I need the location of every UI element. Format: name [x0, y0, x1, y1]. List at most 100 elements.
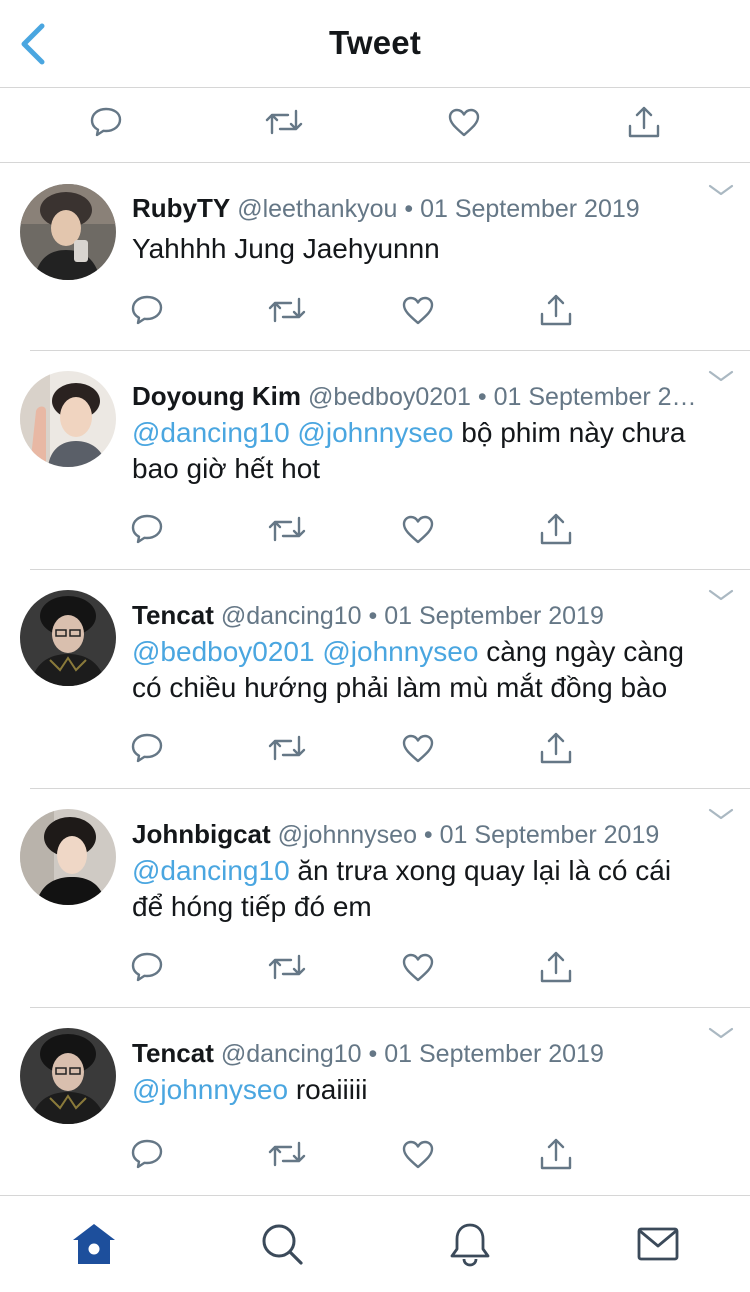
like-button[interactable]: [396, 288, 440, 332]
reply-tweet[interactable]: Doyoung Kim @bedboy0201 • 01 September 2…: [0, 351, 750, 570]
meta-separator: •: [361, 1040, 385, 1068]
notifications-bell-icon: [450, 1223, 490, 1267]
author-name[interactable]: Tencat: [132, 1038, 214, 1068]
retweet-icon: [268, 516, 306, 542]
share-button[interactable]: [534, 1132, 578, 1176]
avatar[interactable]: [20, 590, 116, 686]
reply-tweet[interactable]: Johnbigcat @johnnyseo • 01 September 201…: [0, 789, 750, 1008]
tab-messages[interactable]: [632, 1218, 684, 1270]
author-handle[interactable]: @bedboy0201: [308, 383, 471, 411]
reply-tweet[interactable]: Tencat @dancing10 • 01 September 2019 @b…: [0, 570, 750, 789]
tweet-options-button[interactable]: [708, 586, 734, 604]
reply-button[interactable]: [125, 1132, 169, 1176]
tweet-options-button[interactable]: [708, 805, 734, 823]
like-button[interactable]: [442, 100, 486, 144]
author-name[interactable]: Johnbigcat: [132, 819, 271, 849]
reply-button[interactable]: [125, 726, 169, 770]
reply-date: 01 September 2019: [439, 821, 660, 849]
reply-icon: [131, 295, 163, 325]
like-icon: [402, 515, 434, 544]
reply-text: @dancing10 @johnnyseo bộ phim này chưa b…: [132, 415, 732, 487]
avatar[interactable]: [20, 184, 116, 280]
reply-meta: Johnbigcat @johnnyseo • 01 September 201…: [132, 819, 710, 849]
author-handle[interactable]: @johnnyseo: [278, 821, 417, 849]
reply-icon: [131, 1139, 163, 1169]
author-name[interactable]: RubyTY: [132, 193, 230, 223]
text-segment: càng ngày càng: [478, 636, 684, 667]
reply-button[interactable]: [125, 507, 169, 551]
chevron-down-icon: [708, 589, 734, 601]
retweet-button[interactable]: [265, 507, 309, 551]
text-segment: để hóng tiếp đó em: [132, 891, 372, 922]
reply-icon: [131, 952, 163, 982]
avatar[interactable]: [20, 1028, 116, 1124]
reply-button[interactable]: [125, 945, 169, 989]
like-button[interactable]: [396, 507, 440, 551]
text-segment: có chiều hướng phải làm mù mắt đồng bào: [132, 672, 668, 703]
share-button[interactable]: [534, 507, 578, 551]
tweet-options-button[interactable]: [708, 367, 734, 385]
author-handle[interactable]: @leethankyou: [237, 195, 397, 223]
text-line: bao giờ hết hot: [132, 451, 732, 487]
mention-link[interactable]: @johnnyseo: [132, 1074, 288, 1105]
reply-date: 01 September 2019: [384, 602, 604, 630]
author-name[interactable]: Doyoung Kim: [132, 381, 301, 411]
retweet-icon: [268, 1141, 306, 1167]
share-button[interactable]: [534, 945, 578, 989]
chevron-down-icon: [708, 184, 734, 196]
retweet-button[interactable]: [265, 288, 309, 332]
share-icon: [540, 732, 572, 764]
avatar[interactable]: [20, 371, 116, 467]
tweet-options-button[interactable]: [708, 181, 734, 199]
like-button[interactable]: [396, 726, 440, 770]
retweet-button[interactable]: [262, 100, 306, 144]
retweet-button[interactable]: [265, 1132, 309, 1176]
reply-tweet[interactable]: Tencat @dancing10 • 01 September 2019 @j…: [0, 1008, 750, 1195]
tab-notifications[interactable]: [444, 1218, 496, 1270]
meta-separator: •: [397, 195, 421, 223]
like-button[interactable]: [396, 945, 440, 989]
tab-search[interactable]: [256, 1218, 308, 1270]
retweet-icon: [268, 954, 306, 980]
like-icon: [402, 953, 434, 982]
text-segment: Yahhhh Jung Jaehyunnn: [132, 233, 440, 264]
meta-separator: •: [416, 821, 440, 849]
bottom-tab-bar: [0, 1195, 750, 1292]
author-name[interactable]: Tencat: [132, 600, 214, 630]
text-segment: roaiiiii: [288, 1074, 368, 1105]
like-button[interactable]: [396, 1132, 440, 1176]
share-button[interactable]: [534, 726, 578, 770]
reply-date: 01 September 2019: [420, 195, 640, 223]
mention-link[interactable]: @bedboy0201 @johnnyseo: [132, 636, 478, 667]
text-line: @bedboy0201 @johnnyseo càng ngày càng: [132, 634, 732, 670]
text-segment: ăn trưa xong quay lại là có cái: [289, 855, 672, 886]
reply-text: @johnnyseo roaiiiii: [132, 1072, 732, 1108]
chevron-down-icon: [708, 370, 734, 382]
retweet-button[interactable]: [265, 726, 309, 770]
mention-link[interactable]: @dancing10: [132, 855, 290, 886]
mention-link[interactable]: @dancing10 @johnnyseo: [132, 417, 454, 448]
main-tweet-actions: [0, 88, 750, 163]
reply-tweet[interactable]: RubyTY @leethankyou • 01 September 2019 …: [0, 163, 750, 351]
share-icon: [540, 951, 572, 983]
reply-text: Yahhhh Jung Jaehyunnn: [132, 231, 732, 267]
share-button[interactable]: [534, 288, 578, 332]
author-handle[interactable]: @dancing10: [221, 1040, 362, 1068]
reply-date: 01 September 2…: [493, 383, 697, 411]
tab-home[interactable]: [68, 1218, 120, 1270]
messages-envelope-icon: [637, 1227, 679, 1261]
share-button[interactable]: [622, 100, 666, 144]
like-icon: [402, 734, 434, 763]
reply-button[interactable]: [84, 100, 128, 144]
author-handle[interactable]: @dancing10: [221, 602, 362, 630]
retweet-icon: [268, 297, 306, 323]
reply-meta: Doyoung Kim @bedboy0201 • 01 September 2…: [132, 381, 710, 411]
avatar[interactable]: [20, 809, 116, 905]
reply-button[interactable]: [125, 288, 169, 332]
page-title: Tweet: [328, 24, 422, 61]
home-icon: [73, 1224, 115, 1264]
reply-meta: Tencat @dancing10 • 01 September 2019: [132, 600, 710, 630]
share-icon: [540, 1138, 572, 1170]
retweet-button[interactable]: [265, 945, 309, 989]
tweet-options-button[interactable]: [708, 1024, 734, 1042]
